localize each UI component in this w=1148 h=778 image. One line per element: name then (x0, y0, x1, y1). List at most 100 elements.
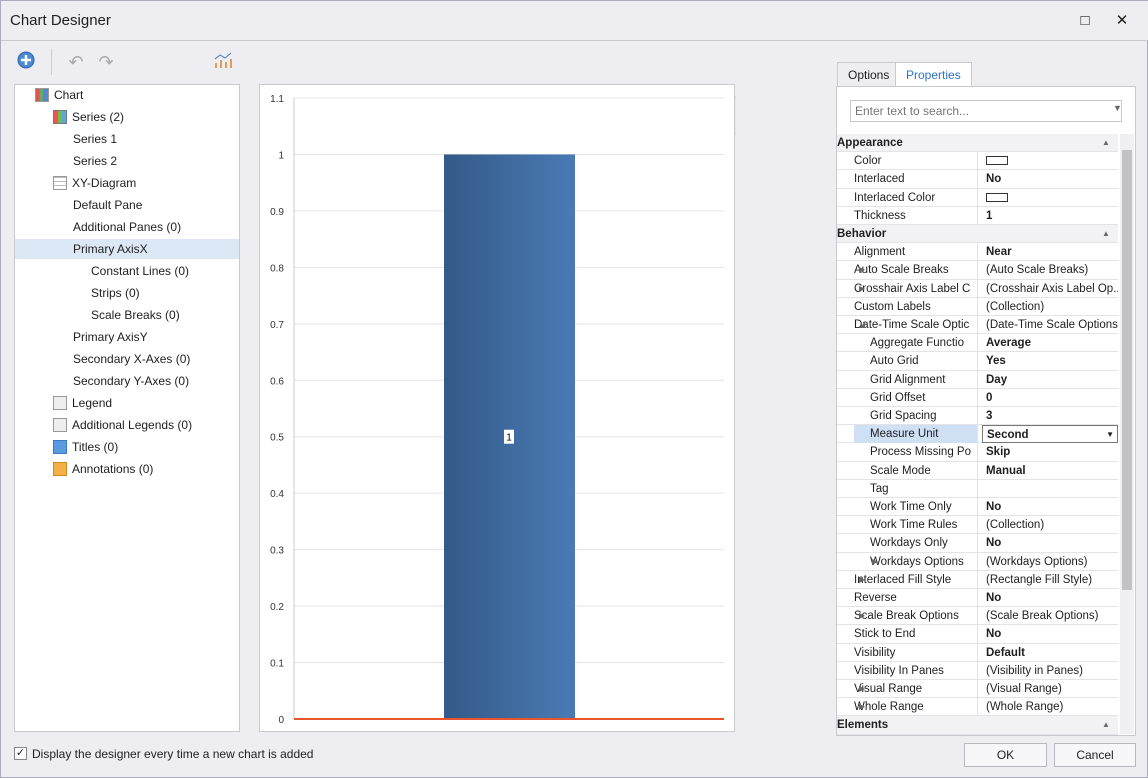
close-button[interactable]: ✕ (1112, 11, 1132, 31)
tree-node[interactable]: XY-Diagram (53, 173, 136, 193)
property-scrollbar[interactable] (1120, 134, 1134, 734)
property-row[interactable]: Grid Offset 0 (837, 388, 1118, 407)
property-row[interactable]: Visibility Default (837, 643, 1118, 662)
property-row[interactable]: Auto Scale Breaks ▶ (Auto Scale Breaks) (837, 261, 1118, 280)
property-value[interactable]: (Collection) (982, 516, 1118, 534)
expand-icon[interactable]: ▶ (859, 571, 865, 589)
tree-node[interactable]: Primary AxisY (73, 327, 148, 347)
property-row[interactable]: Scale Break Options ▶ (Scale Break Options… (837, 607, 1118, 626)
property-row[interactable]: Alignment Near (837, 243, 1118, 262)
property-row[interactable]: Visual Range ▶ (Visual Range) (837, 680, 1118, 699)
property-row[interactable]: Reverse No (837, 589, 1118, 608)
property-value[interactable]: (Scale Break Options) (982, 607, 1118, 625)
dropdown-icon[interactable]: ▼ (1106, 426, 1114, 442)
tree-node[interactable]: Scale Breaks (0) (91, 305, 180, 325)
property-value[interactable] (982, 480, 1118, 498)
collapse-category-icon[interactable]: ▲ (1102, 716, 1110, 734)
tab-properties[interactable]: Properties (895, 62, 972, 87)
property-row[interactable]: Custom Labels (Collection) (837, 297, 1118, 316)
ok-button[interactable]: OK (964, 743, 1047, 767)
property-value[interactable]: 3 (982, 407, 1118, 425)
tree-node[interactable]: Secondary Y-Axes (0) (73, 371, 189, 391)
property-value[interactable]: Second ▼ (982, 425, 1118, 444)
expand-icon[interactable]: ▶ (859, 280, 865, 298)
tree-node[interactable]: Series (2) (53, 107, 124, 127)
maximize-button[interactable]: □ (1075, 11, 1095, 31)
property-value[interactable]: Near (982, 243, 1118, 261)
property-value[interactable]: 0 (982, 389, 1118, 407)
property-row[interactable]: Interlaced Fill Style ▶ (Rectangle Fill St… (837, 570, 1118, 589)
property-value[interactable]: (Collection) (982, 298, 1118, 316)
property-row[interactable]: Thickness 1 (837, 206, 1118, 225)
property-value[interactable]: (Visibility in Panes) (982, 662, 1118, 680)
property-row[interactable]: Tag (837, 479, 1118, 498)
redo-button[interactable]: ↷ (95, 51, 117, 73)
property-value[interactable]: (Workdays Options) (982, 553, 1118, 571)
undo-button[interactable]: ↶ (65, 51, 87, 73)
property-value[interactable]: Day (982, 371, 1118, 389)
property-value[interactable]: (Rectangle Fill Style) (982, 571, 1118, 589)
property-value[interactable]: 1 (982, 207, 1118, 225)
search-dropdown-icon[interactable]: ▼ (1113, 103, 1122, 113)
property-value[interactable]: No (982, 170, 1118, 188)
tab-options[interactable]: Options (837, 62, 901, 87)
chart-wizard-button[interactable] (212, 51, 234, 73)
property-value[interactable]: Default (982, 644, 1118, 662)
property-value[interactable]: (Auto Scale Breaks) (982, 261, 1118, 279)
tree-node[interactable]: Secondary X-Axes (0) (73, 349, 190, 369)
property-value[interactable]: Manual (982, 462, 1118, 480)
property-row[interactable]: Auto Grid Yes (837, 352, 1118, 371)
property-value[interactable]: Skip (982, 443, 1118, 461)
property-search-input[interactable] (850, 100, 1122, 122)
property-value[interactable]: No (982, 534, 1118, 552)
expand-icon[interactable]: ▶ (872, 553, 878, 571)
tree-node[interactable]: Additional Legends (0) (53, 415, 192, 435)
property-row[interactable]: Measure Unit Second ▼ (837, 425, 1118, 444)
property-row[interactable]: Aggregate Functio Average (837, 334, 1118, 353)
property-row[interactable]: Workdays Options ▶ (Workdays Options) (837, 552, 1118, 571)
property-value[interactable] (982, 189, 1118, 207)
property-row[interactable]: Visibility In Panes (Visibility in Panes) (837, 661, 1118, 680)
tree-node[interactable]: Annotations (0) (53, 459, 153, 479)
property-value[interactable]: No (982, 625, 1118, 643)
add-button[interactable] (15, 51, 37, 73)
property-value[interactable]: No (982, 589, 1118, 607)
tree-node[interactable]: Constant Lines (0) (91, 261, 189, 281)
property-row[interactable]: Interlaced Color (837, 188, 1118, 207)
property-row[interactable]: Whole Range ▶ (Whole Range) (837, 698, 1118, 717)
property-value[interactable] (982, 152, 1118, 170)
tree-node[interactable]: Default Pane (73, 195, 142, 215)
tree-node[interactable]: Legend (53, 393, 112, 413)
collapse-category-icon[interactable]: ▲ (1102, 225, 1110, 243)
property-row[interactable]: Interlaced No (837, 170, 1118, 189)
tree-node[interactable]: Titles (0) (53, 437, 118, 457)
property-row[interactable]: Grid Spacing 3 (837, 407, 1118, 426)
tree-node[interactable]: Primary AxisX (15, 239, 239, 259)
expand-icon[interactable]: ▶ (859, 261, 865, 279)
tree-node[interactable]: Series 2 (73, 151, 117, 171)
property-value[interactable]: (Whole Range) (982, 698, 1118, 716)
expand-icon[interactable]: ▶ (859, 680, 865, 698)
property-value[interactable]: No (982, 498, 1118, 516)
property-row[interactable]: Stick to End No (837, 625, 1118, 644)
property-row[interactable]: Crosshair Axis Label C ▶ (Crosshair Axis L… (837, 279, 1118, 298)
property-row[interactable]: Work Time Only No (837, 498, 1118, 517)
property-row[interactable]: Grid Alignment Day (837, 370, 1118, 389)
tree-node[interactable]: Series 1 (73, 129, 117, 149)
property-row[interactable]: Workdays Only No (837, 534, 1118, 553)
expand-icon[interactable]: ▶ (859, 607, 865, 625)
collapse-category-icon[interactable]: ▲ (1102, 134, 1110, 152)
tree-node[interactable]: Additional Panes (0) (73, 217, 181, 237)
property-row[interactable]: Color (837, 152, 1118, 171)
property-row[interactable]: Process Missing Po Skip (837, 443, 1118, 462)
property-value[interactable]: (Date-Time Scale Options) (982, 316, 1118, 334)
property-value[interactable]: Average (982, 334, 1118, 352)
tree-node[interactable]: Chart (35, 85, 83, 105)
property-value[interactable]: (Crosshair Axis Label Op... (982, 280, 1118, 298)
show-designer-checkbox[interactable]: ✓ (14, 747, 27, 760)
tree-node[interactable]: Strips (0) (91, 283, 140, 303)
property-category[interactable]: Appearance ▲ (837, 134, 1118, 153)
collapse-icon[interactable]: ◢ (859, 316, 865, 334)
property-row[interactable]: Date-Time Scale Optic ◢ (Date-Time Scale O… (837, 316, 1118, 335)
property-value[interactable]: (Visual Range) (982, 680, 1118, 698)
